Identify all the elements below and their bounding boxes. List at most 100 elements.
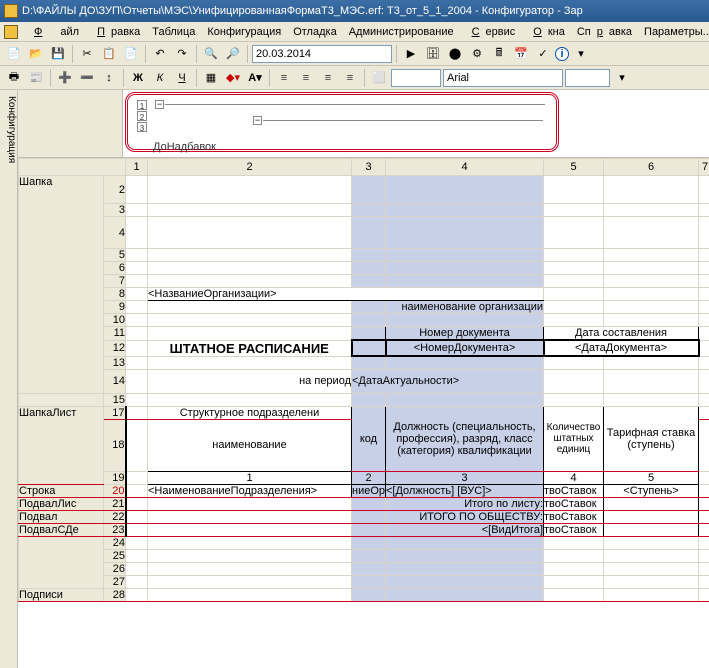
calendar-icon[interactable]: 📅: [511, 44, 531, 64]
cell-position[interactable]: <[Должность] [ВУС]>: [386, 484, 544, 497]
cell-total-sheet[interactable]: Итого по листу:: [386, 497, 544, 510]
cell-doc-num-label[interactable]: Номер документа: [386, 327, 544, 341]
cut-icon[interactable]: ✂: [77, 44, 97, 64]
underline-icon[interactable]: Ч: [172, 68, 192, 88]
paste-icon[interactable]: 📄: [121, 44, 141, 64]
cell-rate-label[interactable]: Тарифная ставка (ступень): [604, 406, 699, 471]
cell-qty3[interactable]: твоСтавок: [544, 510, 604, 523]
cell-org-small[interactable]: наименование организации: [386, 301, 544, 314]
settings-icon[interactable]: ⚙: [467, 44, 487, 64]
row-header[interactable]: 21: [104, 497, 126, 510]
font-combo[interactable]: [443, 69, 563, 87]
cell-colnum-3[interactable]: 3: [386, 471, 544, 484]
cell-total-company[interactable]: ИТОГО ПО ОБЩЕСТВУ:: [386, 510, 544, 523]
row-header[interactable]: 23: [104, 523, 126, 536]
cell-colnum-4[interactable]: 4: [544, 471, 604, 484]
print-icon[interactable]: 🖶: [4, 68, 24, 88]
menu-file[interactable]: Файл: [22, 24, 85, 40]
delete-icon[interactable]: ➖: [77, 68, 97, 88]
column-headers[interactable]: 1 2 3 4 5 6 7: [19, 159, 709, 176]
size-combo[interactable]: [565, 69, 610, 87]
menu-windows[interactable]: Окна: [521, 24, 571, 40]
border-icon[interactable]: ▦: [201, 68, 221, 88]
cell-total-type[interactable]: <[ВидИтога]: [386, 523, 544, 536]
row-header[interactable]: 24: [104, 536, 126, 549]
sidebar-tab-config[interactable]: Конфигурация: [0, 90, 18, 668]
row-header[interactable]: 6: [104, 262, 126, 275]
cell-qty2[interactable]: твоСтавок: [544, 497, 604, 510]
row-header[interactable]: 11: [104, 327, 126, 341]
cell-qty[interactable]: твоСтавок: [544, 484, 604, 497]
row-header[interactable]: 10: [104, 314, 126, 327]
cell-staff-title[interactable]: ШТАТНОЕ РАСПИСАНИЕ: [148, 340, 352, 356]
col-header-6[interactable]: 6: [604, 159, 699, 176]
cell-rate[interactable]: <Ступень>: [604, 484, 699, 497]
row-header[interactable]: 3: [104, 204, 126, 217]
row-header[interactable]: 2: [104, 176, 126, 204]
open-icon[interactable]: 📂: [26, 44, 46, 64]
row-header[interactable]: 7: [104, 275, 126, 288]
new-icon[interactable]: 📄: [4, 44, 24, 64]
cell-doc-date[interactable]: <ДатаДокумента>: [544, 340, 699, 356]
redo-icon[interactable]: ↷: [172, 44, 192, 64]
row-header[interactable]: 25: [104, 549, 126, 562]
bold-icon[interactable]: Ж: [128, 68, 148, 88]
cell-colnum-2[interactable]: 2: [352, 471, 386, 484]
zoom-icon[interactable]: 🔎: [223, 44, 243, 64]
collapse-icon[interactable]: −: [155, 100, 164, 109]
cell-colnum-5[interactable]: 5: [604, 471, 699, 484]
save-icon[interactable]: 💾: [48, 44, 68, 64]
fill-icon[interactable]: ◆▾: [223, 68, 243, 88]
menu-help[interactable]: Справка: [571, 24, 638, 40]
row-header[interactable]: 26: [104, 562, 126, 575]
row-header[interactable]: 12: [104, 340, 126, 356]
date-input[interactable]: [252, 45, 392, 63]
collapse-icon-2[interactable]: −: [253, 116, 262, 125]
align-right-icon[interactable]: ≡: [318, 68, 338, 88]
col-header-5[interactable]: 5: [544, 159, 604, 176]
calc-icon[interactable]: 🖩: [489, 44, 509, 64]
col-header-7[interactable]: 7: [699, 159, 709, 176]
cell-code-label[interactable]: код: [352, 406, 386, 471]
row-header[interactable]: 15: [104, 393, 126, 406]
align-justify-icon[interactable]: ≡: [340, 68, 360, 88]
italic-icon[interactable]: К: [150, 68, 170, 88]
cell-code[interactable]: ниеОрга: [352, 484, 386, 497]
db-icon[interactable]: 🗄: [423, 44, 443, 64]
spreadsheet-grid[interactable]: 1 2 3 4 5 6 7 Шапка 2 3 4 5 6 7 8<Назван…: [18, 158, 709, 602]
menu-debug[interactable]: Отладка: [287, 24, 342, 40]
cell-struct-name[interactable]: <НаименованиеПодразделения>: [148, 484, 352, 497]
menu-bar[interactable]: Файл Правка Таблица Конфигурация Отладка…: [0, 22, 709, 42]
col-header-3[interactable]: 3: [352, 159, 386, 176]
preview-icon[interactable]: 📰: [26, 68, 46, 88]
row-header[interactable]: 19: [104, 471, 126, 484]
row-header[interactable]: 4: [104, 217, 126, 249]
font-color-icon[interactable]: А▾: [245, 68, 265, 88]
merge-icon[interactable]: ⬜: [369, 68, 389, 88]
cell-actuality[interactable]: <ДатаАктуальности>: [352, 369, 544, 393]
cell-position-label[interactable]: Должность (специальность, профессия), ра…: [386, 406, 544, 471]
breakpoint-icon[interactable]: ⬤: [445, 44, 465, 64]
undo-icon[interactable]: ↶: [150, 44, 170, 64]
cell-colnum-1[interactable]: 1: [148, 471, 352, 484]
row-header[interactable]: 5: [104, 249, 126, 262]
find-icon[interactable]: 🔍: [201, 44, 221, 64]
row-header[interactable]: 18: [104, 419, 126, 471]
row-header[interactable]: 17: [104, 406, 126, 419]
cell-name-label[interactable]: наименование: [148, 419, 352, 471]
col-header-2[interactable]: 2: [148, 159, 352, 176]
copy-icon[interactable]: 📋: [99, 44, 119, 64]
row-header[interactable]: 13: [104, 356, 126, 369]
row-header[interactable]: 28: [104, 588, 126, 601]
menu-edit[interactable]: Правка: [85, 24, 146, 40]
cell-doc-date-label[interactable]: Дата составления: [544, 327, 699, 341]
move-icon[interactable]: ↕: [99, 68, 119, 88]
menu-admin[interactable]: Администрирование: [343, 24, 460, 40]
add-icon[interactable]: ➕: [55, 68, 75, 88]
row-header[interactable]: 8: [104, 288, 126, 301]
row-header[interactable]: 9: [104, 301, 126, 314]
menu-service[interactable]: Сервис: [460, 24, 522, 40]
dropdown-icon[interactable]: ▾: [571, 44, 591, 64]
menu-params[interactable]: Параметры...: [638, 24, 709, 40]
menu-table[interactable]: Таблица: [146, 24, 201, 40]
